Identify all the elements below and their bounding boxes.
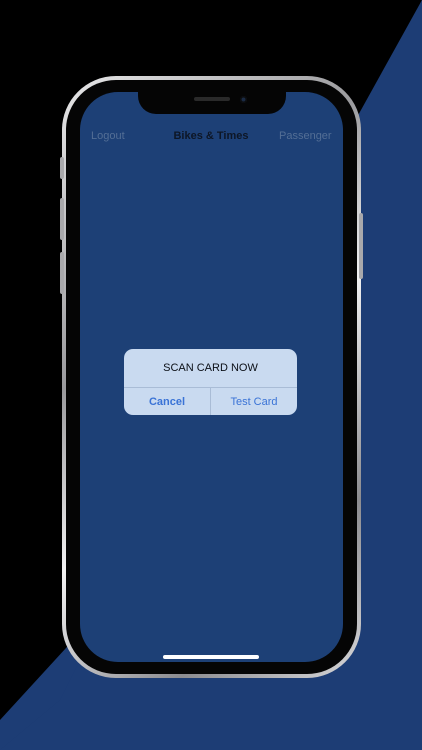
home-indicator[interactable] — [163, 655, 259, 659]
volume-down-button — [60, 252, 64, 294]
alert-title: SCAN CARD NOW — [163, 362, 258, 374]
scan-card-alert: SCAN CARD NOW Cancel Test Card — [124, 349, 297, 415]
volume-up-button — [60, 198, 64, 240]
cancel-button[interactable]: Cancel — [124, 388, 211, 415]
alert-actions: Cancel Test Card — [124, 387, 297, 415]
passenger-button[interactable]: Passenger — [279, 129, 332, 143]
nav-title: Bikes & Times — [173, 130, 249, 142]
mute-switch — [60, 157, 64, 179]
speaker-grille — [194, 97, 230, 101]
test-card-button[interactable]: Test Card — [211, 388, 297, 415]
phone-notch — [138, 90, 286, 114]
front-camera-icon — [240, 96, 247, 103]
power-button — [359, 213, 363, 279]
